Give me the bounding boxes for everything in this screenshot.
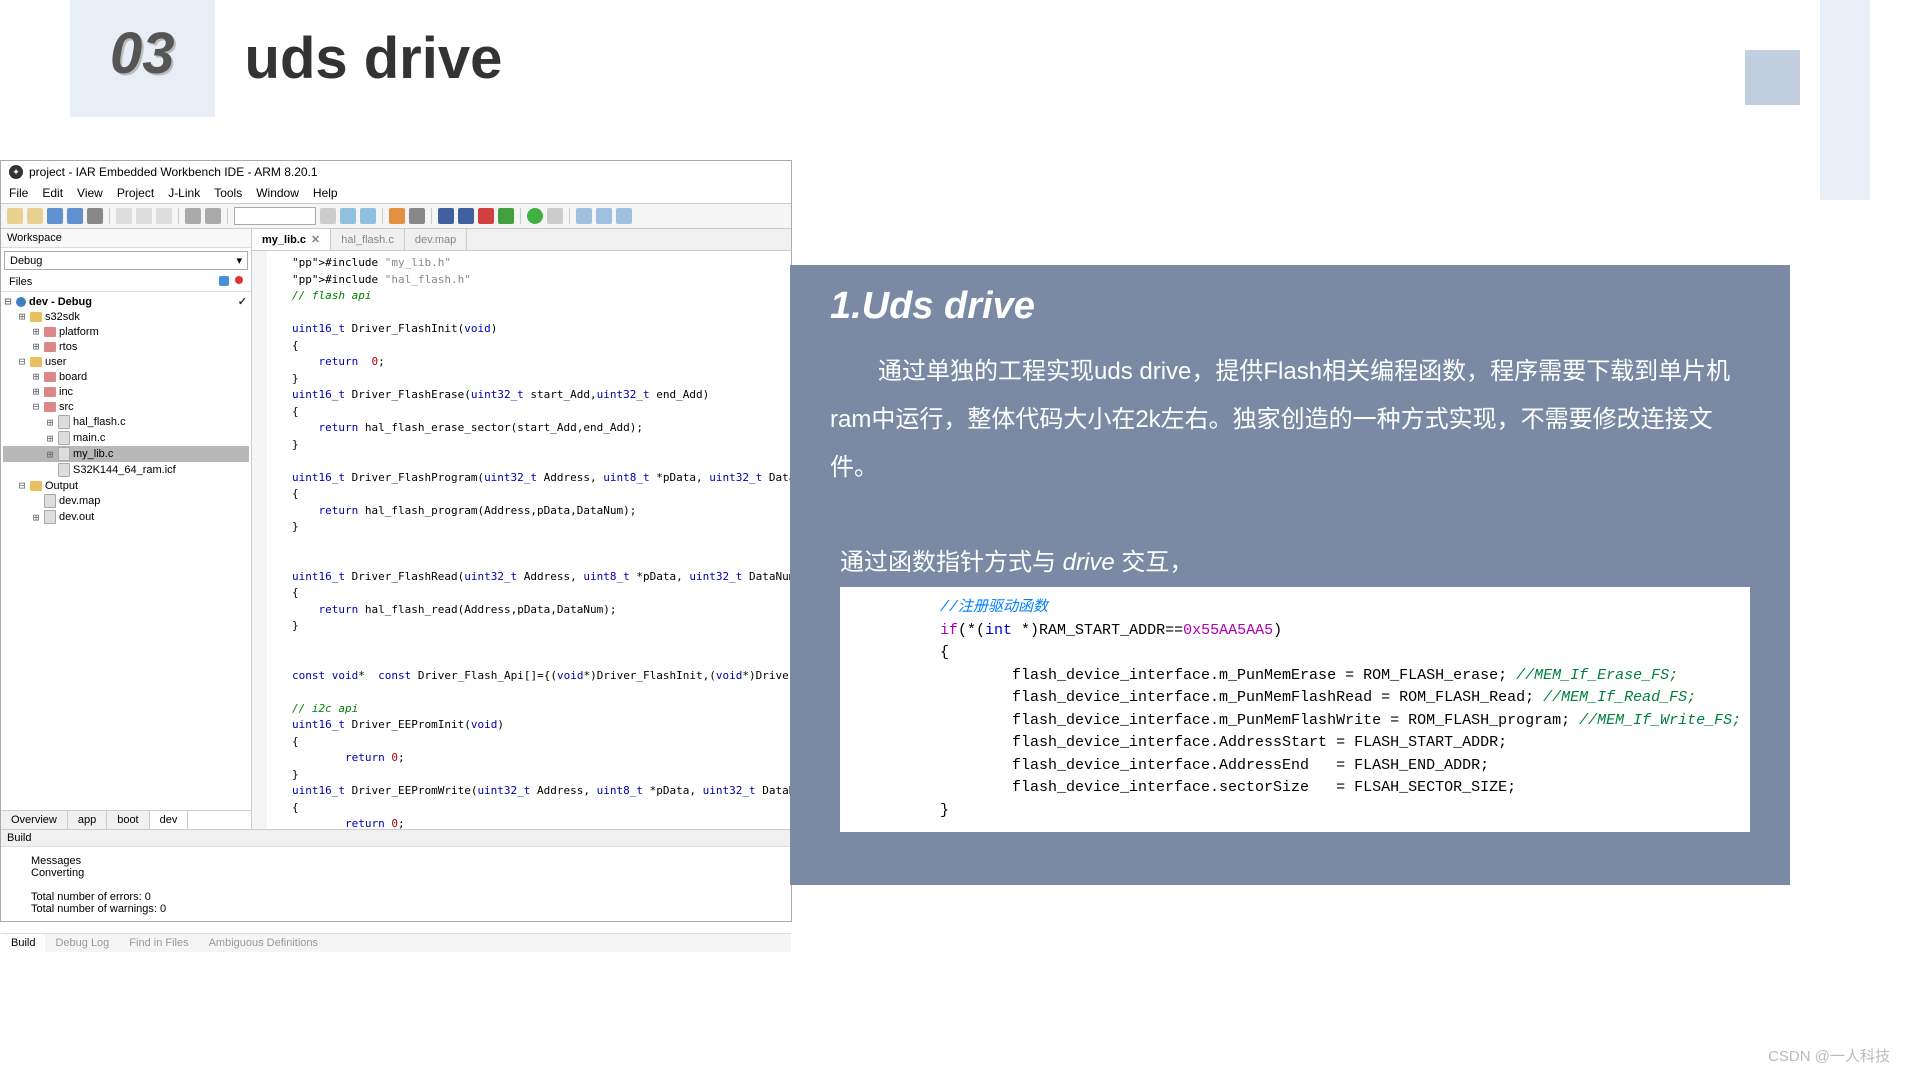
ws-tab-dev[interactable]: dev <box>150 811 189 829</box>
build-header: Build <box>1 830 791 847</box>
slide-number: 03 <box>110 21 175 86</box>
status-icon <box>235 276 243 284</box>
ws-tab-boot[interactable]: boot <box>107 811 149 829</box>
bookmark-icon[interactable] <box>389 208 405 224</box>
save-icon[interactable] <box>47 208 63 224</box>
tree-item[interactable]: dev.map <box>3 493 249 509</box>
build-line: Converting <box>31 867 761 879</box>
tool3-icon[interactable] <box>616 208 632 224</box>
editor-panel: my_lib.c✕ hal_flash.c dev.map "pp">#incl… <box>252 229 791 829</box>
editor-tab-mylib[interactable]: my_lib.c✕ <box>252 229 331 250</box>
tree-item[interactable]: ⊞rtos <box>3 339 249 354</box>
decoration <box>1745 50 1800 105</box>
slide-title: uds drive <box>245 25 503 92</box>
stop-build-icon[interactable] <box>478 208 494 224</box>
tree-item[interactable]: S32K144_64_ram.icf <box>3 462 249 478</box>
menu-window[interactable]: Window <box>256 186 299 200</box>
saveall-icon[interactable] <box>67 208 83 224</box>
search-input[interactable] <box>234 207 316 225</box>
tree-item[interactable]: ⊞board <box>3 369 249 384</box>
tree-item[interactable]: ⊞hal_flash.c <box>3 414 249 430</box>
section-subtitle: 通过函数指针方式与 drive 交互， <box>840 542 1750 577</box>
build-warnings: Total number of warnings: 0 <box>31 903 761 915</box>
editor-tab-halflash[interactable]: hal_flash.c <box>331 229 405 250</box>
tree-item[interactable]: ⊞inc <box>3 384 249 399</box>
app-icon: ✦ <box>9 165 23 179</box>
menu-tools[interactable]: Tools <box>214 186 242 200</box>
new-icon[interactable] <box>7 208 23 224</box>
menu-jlink[interactable]: J-Link <box>168 186 200 200</box>
tree-item[interactable]: ⊟Output <box>3 478 249 493</box>
breakpoint-icon[interactable] <box>498 208 514 224</box>
build-panel: Build Messages Converting Total number o… <box>1 829 791 952</box>
menu-view[interactable]: View <box>77 186 103 200</box>
menu-project[interactable]: Project <box>117 186 154 200</box>
file-tree[interactable]: ⊟ dev - Debug ✓ ⊞s32sdk⊞platform⊞rtos⊟us… <box>1 292 251 810</box>
menu-help[interactable]: Help <box>313 186 338 200</box>
redo-icon[interactable] <box>205 208 221 224</box>
watermark: CSDN @一人科技 <box>1768 1045 1890 1066</box>
copy-icon[interactable] <box>136 208 152 224</box>
workspace-tabs: Overview app boot dev <box>1 810 251 829</box>
close-icon[interactable]: ✕ <box>311 233 320 246</box>
toggle-icon[interactable] <box>409 208 425 224</box>
section-text: 通过单独的工程实现uds drive，提供Flash相关编程函数，程序需要下载到… <box>830 348 1750 492</box>
tree-item[interactable]: ⊞my_lib.c <box>3 446 249 462</box>
tree-root[interactable]: ⊟ dev - Debug ✓ <box>3 294 249 309</box>
editor-tabs: my_lib.c✕ hal_flash.c dev.map <box>252 229 791 251</box>
toolbar <box>1 204 791 229</box>
section-title: 1.Uds drive <box>830 285 1750 328</box>
ws-tab-app[interactable]: app <box>68 811 107 829</box>
debug-icon[interactable] <box>527 208 543 224</box>
cut-icon[interactable] <box>116 208 132 224</box>
paste-icon[interactable] <box>156 208 172 224</box>
menubar: File Edit View Project J-Link Tools Wind… <box>1 183 791 204</box>
tree-item[interactable]: ⊟src <box>3 399 249 414</box>
undo-icon[interactable] <box>185 208 201 224</box>
ws-tab-overview[interactable]: Overview <box>1 811 68 829</box>
decoration <box>1820 0 1870 200</box>
build-tab-ambig[interactable]: Ambiguous Definitions <box>199 934 328 952</box>
ide-window: ✦ project - IAR Embedded Workbench IDE -… <box>0 160 792 922</box>
nav-back-icon[interactable] <box>340 208 356 224</box>
gear-icon[interactable] <box>219 276 229 286</box>
tree-item[interactable]: ⊞s32sdk <box>3 309 249 324</box>
workspace-label: Workspace <box>1 229 251 248</box>
build-tab-find[interactable]: Find in Files <box>119 934 198 952</box>
chevron-down-icon: ▾ <box>236 254 242 267</box>
code-editor[interactable]: "pp">#include "my_lib.h" "pp">#include "… <box>252 251 791 829</box>
code-snippet: //注册驱动函数 if(*(int *)RAM_START_ADDR==0x55… <box>840 587 1750 832</box>
config-dropdown[interactable]: Debug ▾ <box>4 251 248 270</box>
build-errors: Total number of errors: 0 <box>31 891 761 903</box>
build-tabs: Build Debug Log Find in Files Ambiguous … <box>1 933 791 952</box>
build-output: Messages Converting Total number of erro… <box>1 847 791 933</box>
config-value: Debug <box>10 255 42 267</box>
editor-tab-devmap[interactable]: dev.map <box>405 229 467 250</box>
messages-label: Messages <box>31 855 761 867</box>
nav-fwd-icon[interactable] <box>360 208 376 224</box>
files-label: Files <box>9 276 32 288</box>
tree-item[interactable]: ⊞dev.out <box>3 509 249 525</box>
tree-item[interactable]: ⊟user <box>3 354 249 369</box>
slide-header: 03 uds drive <box>0 0 502 117</box>
menu-edit[interactable]: Edit <box>42 186 63 200</box>
workspace-panel: Workspace Debug ▾ Files ⊟ dev - Debug ✓ … <box>1 229 252 829</box>
find-icon[interactable] <box>320 208 336 224</box>
titlebar: ✦ project - IAR Embedded Workbench IDE -… <box>1 161 791 183</box>
tree-item[interactable]: ⊞main.c <box>3 430 249 446</box>
window-title: project - IAR Embedded Workbench IDE - A… <box>29 165 318 179</box>
make-icon[interactable] <box>458 208 474 224</box>
menu-file[interactable]: File <box>9 186 28 200</box>
open-icon[interactable] <box>27 208 43 224</box>
build-tab-build[interactable]: Build <box>1 934 45 952</box>
build-tab-debuglog[interactable]: Debug Log <box>45 934 119 952</box>
tree-item[interactable]: ⊞platform <box>3 324 249 339</box>
compile-icon[interactable] <box>438 208 454 224</box>
tool1-icon[interactable] <box>576 208 592 224</box>
print-icon[interactable] <box>87 208 103 224</box>
description-panel: 1.Uds drive 通过单独的工程实现uds drive，提供Flash相关… <box>790 265 1790 885</box>
tool2-icon[interactable] <box>596 208 612 224</box>
step-icon[interactable] <box>547 208 563 224</box>
